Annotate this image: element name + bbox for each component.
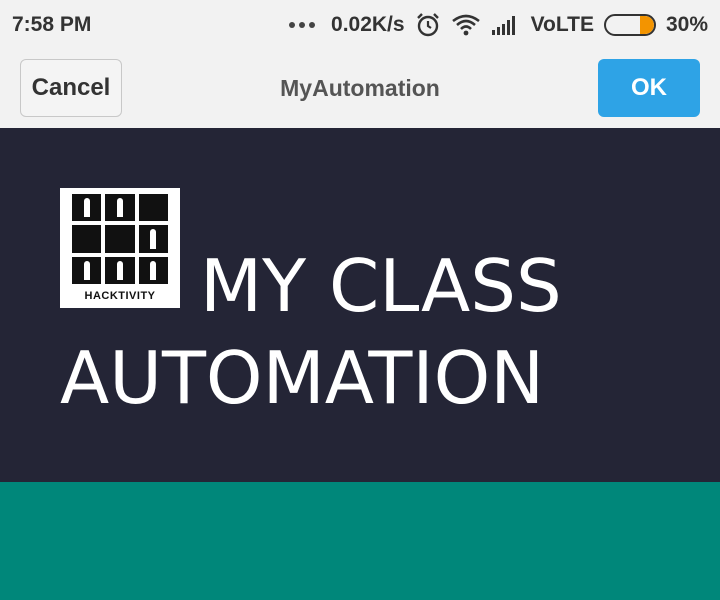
alarm-icon — [416, 13, 439, 37]
preview-hero: HACKTIVITY MY CLASS AUTOMATION — [0, 128, 720, 482]
teal-section — [0, 482, 720, 600]
more-dots-icon — [289, 22, 316, 28]
ok-button[interactable]: OK — [598, 59, 700, 117]
battery-percent: 30% — [665, 13, 708, 36]
status-time: 7:58 PM — [12, 13, 92, 36]
app-header: Cancel MyAutomation OK — [0, 50, 720, 128]
hero-title: MY CLASS AUTOMATION — [60, 240, 660, 424]
signal-icon — [491, 16, 515, 35]
battery-icon — [603, 14, 656, 36]
hero-title-line1: MY CLASS — [200, 244, 562, 328]
network-speed: 0.02K/s — [331, 13, 405, 36]
status-bar: 7:58 PM 0.02K/s VoLTE 30% — [0, 0, 720, 50]
network-type: VoLTE — [530, 13, 594, 36]
wifi-icon — [451, 14, 480, 36]
hero-title-line2: AUTOMATION — [60, 336, 545, 420]
status-indicators: 0.02K/s VoLTE 30% — [289, 10, 708, 40]
